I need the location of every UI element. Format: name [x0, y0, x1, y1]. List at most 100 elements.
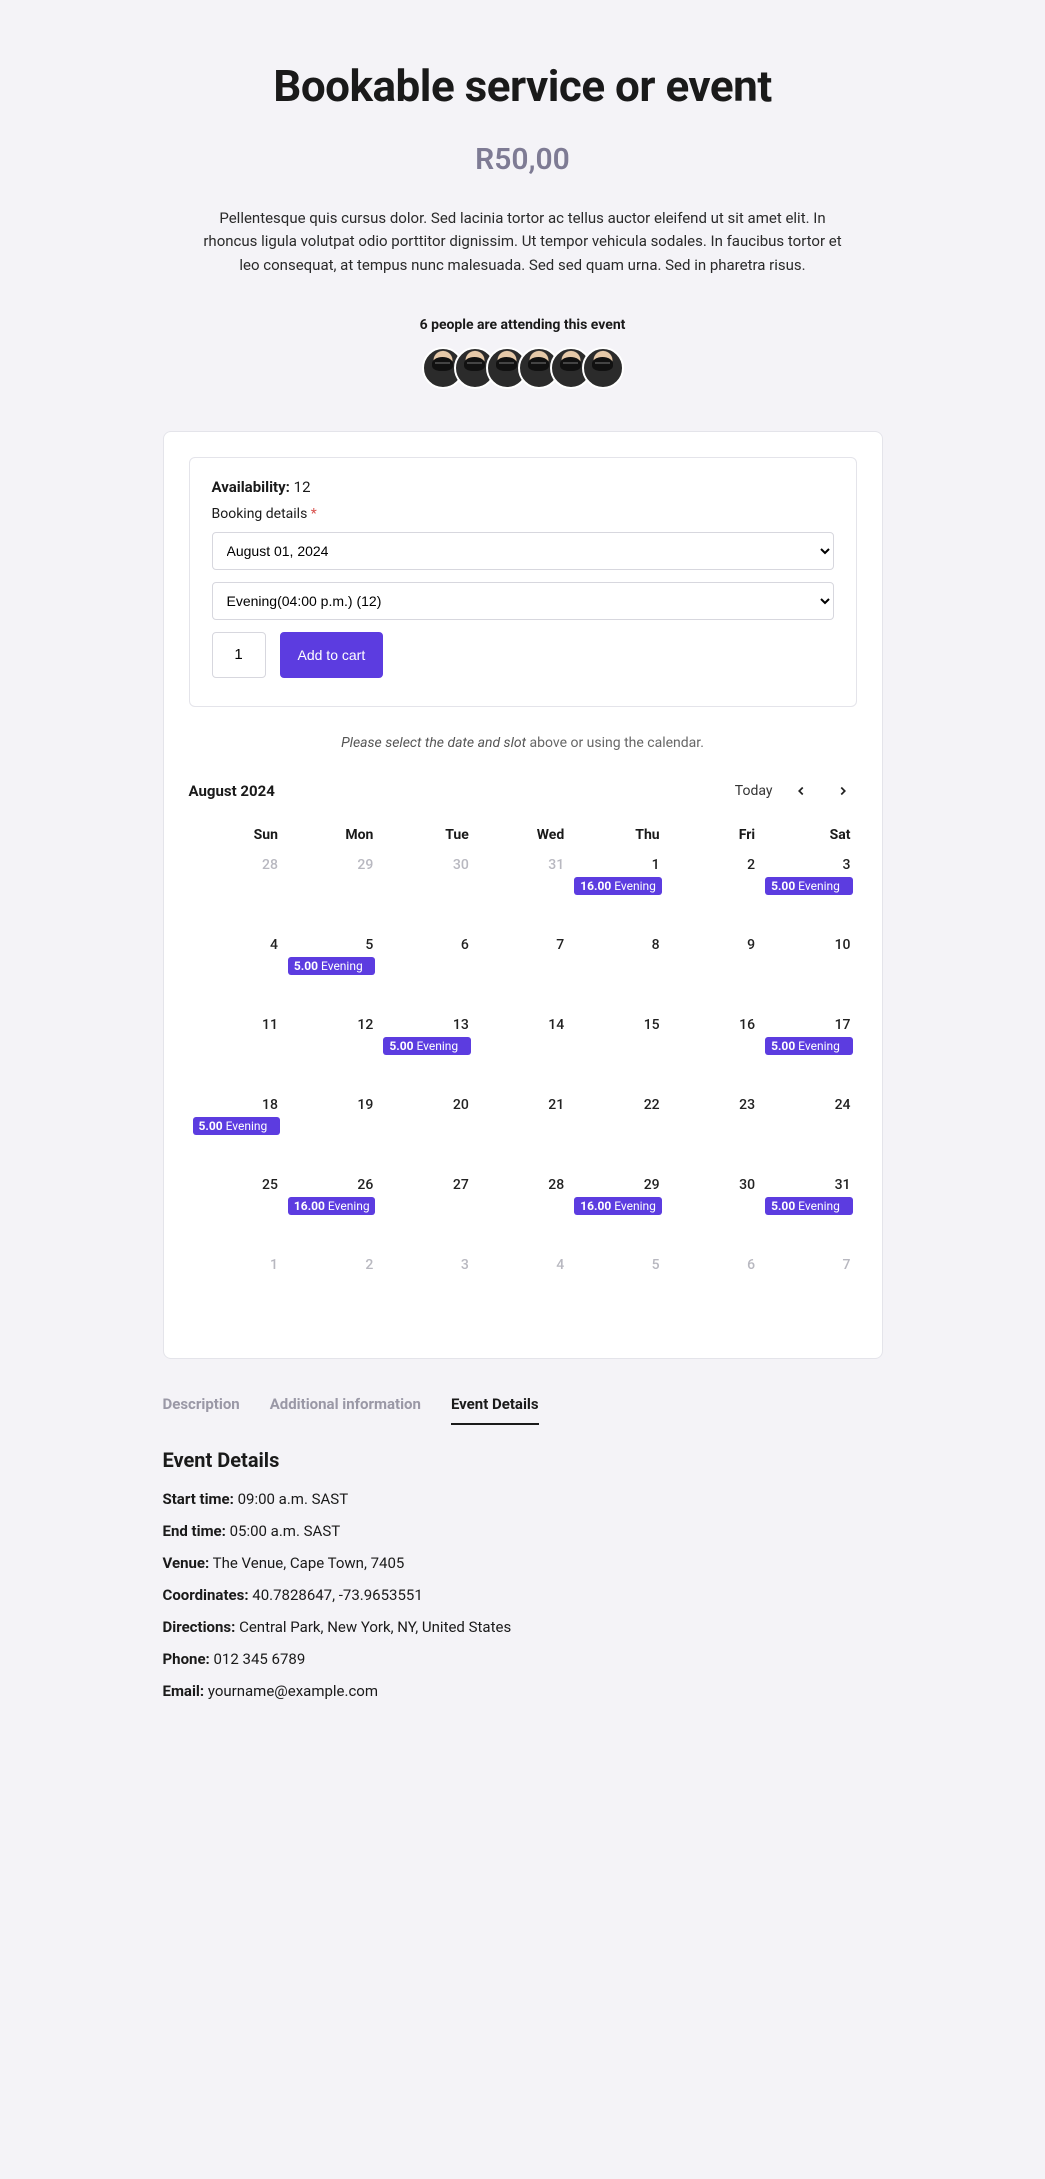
event-detail-value: 40.7828647, -73.9653551 [249, 1586, 423, 1604]
calendar-cell[interactable]: 28 [475, 1173, 570, 1253]
calendar-event-chip[interactable]: 16.00 Evening [574, 1197, 661, 1215]
calendar-cell[interactable]: 14 [475, 1013, 570, 1093]
date-select[interactable]: August 01, 2024 [212, 532, 834, 570]
calendar-month-label: August 2024 [189, 782, 275, 800]
event-detail-row: Email: yourname@example.com [163, 1682, 883, 1700]
event-detail-key: Coordinates: [163, 1586, 249, 1604]
next-month-button[interactable] [829, 777, 857, 805]
event-detail-row: Directions: Central Park, New York, NY, … [163, 1618, 883, 1636]
booking-details-label: Booking details * [212, 506, 834, 522]
event-detail-key: Directions: [163, 1618, 236, 1636]
calendar-dow: Fri [666, 821, 761, 853]
calendar-day-number: 30 [383, 857, 470, 873]
calendar-cell[interactable]: 20 [379, 1093, 474, 1173]
calendar-cell[interactable]: 12 [284, 1013, 379, 1093]
calendar-day-number: 29 [574, 1177, 661, 1193]
calendar-cell[interactable]: 4 [189, 933, 284, 1013]
calendar-cell[interactable]: 19 [284, 1093, 379, 1173]
calendar-cell[interactable]: 15 [570, 1013, 665, 1093]
calendar-cell[interactable]: 24 [761, 1093, 856, 1173]
calendar-cell: 6 [666, 1253, 761, 1333]
add-to-cart-button[interactable]: Add to cart [280, 632, 384, 678]
calendar-cell[interactable]: 11 [189, 1013, 284, 1093]
calendar-day-number: 1 [574, 857, 661, 873]
quantity-input[interactable] [212, 632, 266, 678]
calendar-dow: Mon [284, 821, 379, 853]
calendar-day-number: 28 [479, 1177, 566, 1193]
calendar-cell[interactable]: 8 [570, 933, 665, 1013]
calendar-day-number: 5 [288, 937, 375, 953]
calendar-day-number: 5 [574, 1257, 661, 1273]
calendar-event-chip[interactable]: 5.00 Evening [288, 957, 375, 975]
calendar-cell[interactable]: 1 16.00 Evening [570, 853, 665, 933]
product-tabs: Description Additional information Event… [163, 1395, 883, 1426]
event-detail-row: Start time: 09:00 a.m. SAST [163, 1490, 883, 1508]
calendar-cell[interactable]: 35.00 Evening [761, 853, 856, 933]
event-details-heading: Event Details [163, 1448, 883, 1472]
tab-event-details[interactable]: Event Details [451, 1395, 539, 1425]
event-detail-row: Phone: 012 345 6789 [163, 1650, 883, 1668]
calendar-event-chip[interactable]: 16.00 Evening [574, 877, 661, 895]
calendar-cell[interactable]: 23 [666, 1093, 761, 1173]
calendar-hint: Please select the date and slot above or… [189, 735, 857, 751]
calendar-cell[interactable]: 30 [666, 1173, 761, 1253]
booking-form: Availability: 12 Booking details * Augus… [189, 457, 857, 707]
calendar-event-chip[interactable]: 5.00 Evening [193, 1117, 280, 1135]
calendar-cell[interactable]: 6 [379, 933, 474, 1013]
calendar-cell[interactable]: 29 16.00 Evening [570, 1173, 665, 1253]
calendar-cell[interactable]: 25 [189, 1173, 284, 1253]
calendar-cell[interactable]: 21 [475, 1093, 570, 1173]
calendar-cell[interactable]: 2616.00 Evening [284, 1173, 379, 1253]
calendar-cell[interactable]: 135.00 Evening [379, 1013, 474, 1093]
event-detail-value: Central Park, New York, NY, United State… [235, 1618, 511, 1636]
calendar-dow: Thu [570, 821, 665, 853]
calendar-cell: 28 [189, 853, 284, 933]
tab-additional-info[interactable]: Additional information [270, 1395, 421, 1425]
calendar-cell[interactable]: 27 [379, 1173, 474, 1253]
availability: Availability: 12 [212, 478, 834, 496]
chevron-left-icon [794, 784, 808, 798]
event-detail-value: 05:00 a.m. SAST [226, 1522, 340, 1540]
today-button[interactable]: Today [735, 783, 773, 799]
calendar-day-number: 9 [670, 937, 757, 953]
calendar-day-number: 14 [479, 1017, 566, 1033]
slot-select[interactable]: Evening(04:00 p.m.) (12) [212, 582, 834, 620]
calendar-event-chip[interactable]: 16.00 Evening [288, 1197, 375, 1215]
page-title: Bookable service or event [163, 60, 883, 112]
calendar-dow-row: SunMonTueWedThuFriSat [189, 821, 857, 853]
calendar-cell[interactable]: 5 5.00 Evening [284, 933, 379, 1013]
calendar-dow: Sat [761, 821, 856, 853]
calendar-event-chip[interactable]: 5.00 Evening [383, 1037, 470, 1055]
calendar-cell[interactable]: 10 [761, 933, 856, 1013]
calendar-day-number: 23 [670, 1097, 757, 1113]
attendee-avatars [163, 347, 883, 389]
calendar-cell: 30 [379, 853, 474, 933]
calendar-day-number: 22 [574, 1097, 661, 1113]
calendar-event-chip[interactable]: 5.00 Evening [765, 877, 852, 895]
calendar-day-number: 25 [193, 1177, 280, 1193]
calendar-cell[interactable]: 175.00 Evening [761, 1013, 856, 1093]
calendar-cell[interactable]: 9 [666, 933, 761, 1013]
calendar-dow: Tue [379, 821, 474, 853]
calendar-cell[interactable]: 2 [666, 853, 761, 933]
calendar-cell[interactable]: 7 [475, 933, 570, 1013]
calendar-cell: 1 [189, 1253, 284, 1333]
calendar-header: August 2024 Today [189, 777, 857, 805]
prev-month-button[interactable] [787, 777, 815, 805]
calendar-day-number: 10 [765, 937, 852, 953]
calendar-cell[interactable]: 22 [570, 1093, 665, 1173]
event-detail-value: 09:00 a.m. SAST [234, 1490, 348, 1508]
required-indicator: * [311, 506, 317, 522]
calendar-day-number: 31 [479, 857, 566, 873]
tab-description[interactable]: Description [163, 1395, 240, 1425]
calendar-day-number: 3 [383, 1257, 470, 1273]
calendar-cell[interactable]: 315.00 Evening [761, 1173, 856, 1253]
calendar-cell: 29 [284, 853, 379, 933]
avatar [582, 347, 624, 389]
calendar-cell[interactable]: 16 [666, 1013, 761, 1093]
calendar-event-chip[interactable]: 5.00 Evening [765, 1197, 852, 1215]
calendar-cell[interactable]: 185.00 Evening [189, 1093, 284, 1173]
calendar-event-chip[interactable]: 5.00 Evening [765, 1037, 852, 1055]
calendar-day-number: 15 [574, 1017, 661, 1033]
chevron-right-icon [836, 784, 850, 798]
